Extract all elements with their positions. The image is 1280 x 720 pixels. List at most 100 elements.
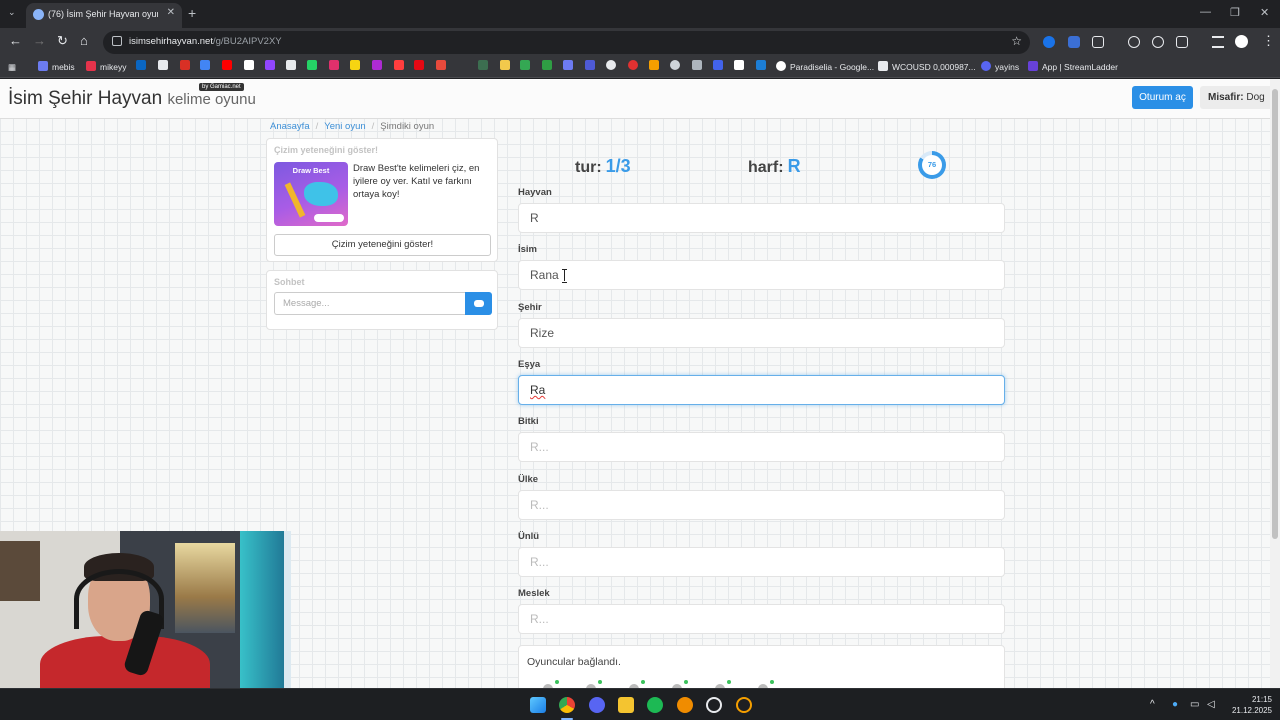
bookmark-icon[interactable]: [649, 60, 659, 70]
bookmarks-bar: ▦ mebis mikeyy Paradiselia - Google... W…: [0, 56, 1280, 78]
bookmark-icon[interactable]: [542, 60, 552, 70]
bitki-input[interactable]: R...: [518, 432, 1005, 462]
spotify-taskbar-icon[interactable]: [647, 697, 663, 713]
start-windows-icon[interactable]: [530, 697, 546, 713]
chat-message-input[interactable]: Message...: [274, 292, 466, 315]
translate-icon[interactable]: [1176, 36, 1188, 48]
bookmark-paradiselia[interactable]: Paradiselia - Google...: [776, 60, 874, 74]
scrollbar-thumb[interactable]: [1272, 89, 1278, 539]
hayvan-input[interactable]: R: [518, 203, 1005, 233]
app-taskbar-icon[interactable]: [706, 697, 722, 713]
x-bookmark-icon[interactable]: [286, 60, 296, 70]
ulke-input[interactable]: R...: [518, 490, 1005, 520]
network-tray-icon[interactable]: ▭: [1190, 699, 1199, 710]
new-tab-icon[interactable]: +: [188, 5, 196, 21]
bookmark-icon[interactable]: [670, 60, 680, 70]
letter-indicator: harf: R: [748, 156, 801, 176]
draw-best-promo-image[interactable]: Draw Best: [274, 162, 348, 226]
page-scrollbar[interactable]: [1270, 79, 1280, 688]
bookmark-icon[interactable]: [436, 60, 446, 70]
link-icon[interactable]: [1152, 36, 1164, 48]
password-key-icon[interactable]: [1128, 36, 1140, 48]
apps-grid-icon[interactable]: ▦: [8, 60, 16, 74]
menu-kebab-icon[interactable]: ⋮: [1262, 34, 1275, 48]
bookmark-icon[interactable]: [563, 60, 573, 70]
extension-icon[interactable]: [1043, 36, 1055, 48]
guest-user-button[interactable]: Misafir: Dog: [1200, 86, 1270, 109]
bookmark-yayins[interactable]: yayins: [981, 60, 1019, 74]
chat-send-button[interactable]: [465, 292, 492, 315]
bookmark-icon[interactable]: [372, 60, 382, 70]
sehir-input[interactable]: Rize: [518, 318, 1005, 348]
esya-input[interactable]: Ra: [518, 375, 1005, 405]
bookmark-icon[interactable]: [713, 60, 723, 70]
login-button[interactable]: Oturum aç: [1132, 86, 1193, 109]
linkedin-bookmark-icon[interactable]: [136, 60, 146, 70]
bookmark-icon[interactable]: [394, 60, 404, 70]
bookmark-wcousd[interactable]: WCOUSD 0,000987...: [878, 60, 976, 74]
by-badge[interactable]: by Gamiac.net: [199, 83, 244, 91]
site-brand[interactable]: İsim Şehir Hayvan kelime oyunu: [8, 88, 256, 110]
round-indicator: tur: 1/3: [575, 156, 631, 176]
instagram-bookmark-icon[interactable]: [329, 60, 339, 70]
tab-close-icon[interactable]: ✕: [167, 7, 175, 18]
tray-overflow-icon[interactable]: ^: [1150, 699, 1155, 710]
bookmark-icon[interactable]: [158, 60, 168, 70]
close-window-icon[interactable]: ✕: [1260, 6, 1269, 19]
system-clock[interactable]: 21:15 21.12.2025: [1228, 694, 1272, 716]
minimize-icon[interactable]: —: [1200, 6, 1211, 18]
bookmark-icon[interactable]: [200, 60, 210, 70]
app-taskbar-icon[interactable]: [736, 697, 752, 713]
breadcrumb-home-link[interactable]: Anasayfa: [270, 121, 310, 132]
breadcrumb-new-game-link[interactable]: Yeni oyun: [324, 121, 365, 132]
media-control-icon[interactable]: [1212, 36, 1224, 48]
meslek-input[interactable]: R...: [518, 604, 1005, 634]
bookmark-icon[interactable]: [606, 60, 616, 70]
gmail-bookmark-icon[interactable]: [180, 60, 190, 70]
tab-search-icon[interactable]: ⌄: [8, 7, 16, 18]
field-label-meslek: Meslek: [518, 588, 550, 599]
bookmark-icon[interactable]: [628, 60, 638, 70]
browser-tab-active[interactable]: (76) İsim Şehir Hayvan oyunu ✕: [26, 3, 182, 28]
tab-title: (76) İsim Şehir Hayvan oyunu: [48, 9, 158, 19]
online-indicator: [684, 680, 688, 684]
bookmark-icon[interactable]: [350, 60, 360, 70]
maps-bookmark-icon[interactable]: [520, 60, 530, 70]
bookmark-icon[interactable]: [244, 60, 254, 70]
bookmark-icon[interactable]: [734, 60, 744, 70]
bookmark-icon[interactable]: [500, 60, 510, 70]
file-explorer-icon[interactable]: [618, 697, 634, 713]
bookmark-streamladder[interactable]: App | StreamLadder: [1028, 60, 1118, 74]
volume-tray-icon[interactable]: ◁: [1207, 699, 1215, 710]
bookmark-icon[interactable]: [692, 60, 702, 70]
forward-icon[interactable]: →: [33, 34, 46, 48]
bookmark-mikeyy[interactable]: mikeyy: [86, 60, 126, 74]
home-icon[interactable]: ⌂: [80, 34, 88, 48]
microphone-tray-icon[interactable]: ●: [1172, 699, 1178, 710]
isim-input[interactable]: Rana: [518, 260, 1005, 290]
site-info-icon[interactable]: [112, 36, 122, 46]
reload-icon[interactable]: ↻: [57, 34, 68, 48]
chrome-taskbar-icon[interactable]: [559, 697, 575, 713]
extension-icon[interactable]: [1068, 36, 1080, 48]
restore-icon[interactable]: ❐: [1230, 6, 1240, 19]
address-bar[interactable]: isimsehirhayvan.net/g/BU2AIPV2XY ☆: [103, 31, 1030, 54]
timer-value: 76: [922, 155, 942, 175]
promo-button[interactable]: Çizim yeteneğini göster!: [274, 234, 491, 256]
twitch-bookmark-icon[interactable]: [265, 60, 275, 70]
youtube-bookmark-icon[interactable]: [222, 60, 232, 70]
online-indicator: [598, 680, 602, 684]
extensions-puzzle-icon[interactable]: [1092, 36, 1104, 48]
bookmark-mebis[interactable]: mebis: [38, 60, 75, 74]
bookmark-icon[interactable]: [478, 60, 488, 70]
unlu-input[interactable]: R...: [518, 547, 1005, 577]
bookmark-star-icon[interactable]: ☆: [1011, 34, 1022, 48]
bookmark-icon[interactable]: [585, 60, 595, 70]
bookmark-icon[interactable]: [756, 60, 766, 70]
app-taskbar-icon[interactable]: [677, 697, 693, 713]
netflix-bookmark-icon[interactable]: [414, 60, 424, 70]
discord-taskbar-icon[interactable]: [589, 697, 605, 713]
profile-avatar-icon[interactable]: [1235, 35, 1248, 48]
whatsapp-bookmark-icon[interactable]: [307, 60, 317, 70]
back-icon[interactable]: ←: [9, 34, 22, 48]
